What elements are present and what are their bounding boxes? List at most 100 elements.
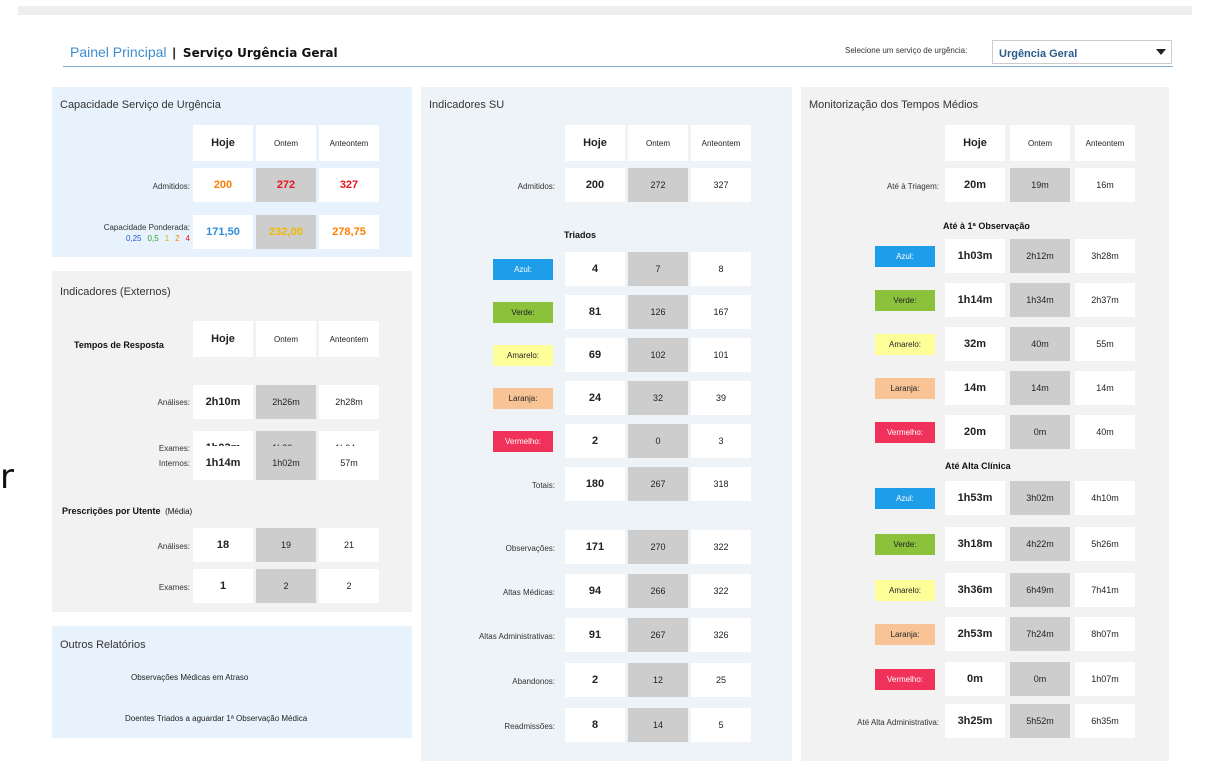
ext-internos-anteontem: 57m	[319, 446, 379, 480]
triage-badge-vermelho: Vermelho:	[875, 669, 935, 690]
alta-verde-hoje: 3h18m	[945, 527, 1005, 561]
ext-analises-anteontem: 2h28m	[319, 385, 379, 419]
row-label: Admitidos:	[152, 182, 190, 191]
ind-altas-admin-anteontem: 326	[691, 618, 751, 652]
row-label: Exames:	[158, 583, 190, 592]
obs-amarelo-anteontem: 55m	[1075, 327, 1135, 361]
tri-azul-anteontem: 8	[691, 252, 751, 286]
col-header-anteontem: Anteontem	[319, 125, 379, 161]
triage-badge-verde: Verde:	[493, 302, 553, 323]
cap-admitidos-ontem: 272	[256, 168, 316, 202]
alta-azul-anteontem: 4h10m	[1075, 481, 1135, 515]
col-header-ontem: Ontem	[1010, 125, 1070, 161]
breadcrumb: Painel Principal | Serviço Urgência Gera…	[70, 44, 338, 60]
primeira-observacao-label: Até à 1ª Observação	[943, 221, 1030, 231]
col-header-anteontem: Anteontem	[691, 125, 751, 161]
ind-observacoes-ontem: 270	[628, 530, 688, 564]
cap-ponderada-anteontem: 278,75	[319, 215, 379, 249]
triage-badge-amarelo: Amarelo:	[875, 334, 935, 355]
alta-laranja-hoje: 2h53m	[945, 617, 1005, 651]
chevron-down-icon[interactable]	[1156, 49, 1166, 55]
col-header-ontem: Ontem	[256, 321, 316, 357]
col-header-anteontem: Anteontem	[319, 321, 379, 357]
row-label: Capacidade Ponderada:	[103, 223, 190, 232]
alta-vermelho-ontem: 0m	[1010, 662, 1070, 696]
triage-badge-verde: Verde:	[875, 290, 935, 311]
row-label: Observações:	[505, 544, 555, 553]
tri-verde-ontem: 126	[628, 295, 688, 329]
row-label: Altas Administrativas:	[478, 632, 555, 641]
obs-azul-hoje: 1h03m	[945, 239, 1005, 273]
ind-readmissoes-ontem: 14	[628, 708, 688, 742]
ind-altas-admin-hoje: 91	[565, 618, 625, 652]
ind-altas-medicas-hoje: 94	[565, 574, 625, 608]
triage-badge-vermelho: Vermelho:	[875, 422, 935, 443]
row-label: Análises:	[157, 542, 190, 551]
triados-label: Triados	[564, 230, 597, 240]
ind-abandonos-anteontem: 25	[691, 663, 751, 697]
tri-amarelo-ontem: 102	[628, 338, 688, 372]
externos-panel: Indicadores (Externos) Tempos de Respost…	[52, 271, 412, 612]
obs-amarelo-hoje: 32m	[945, 327, 1005, 361]
col-header-hoje: Hoje	[565, 125, 625, 161]
triage-badge-azul: Azul:	[875, 246, 935, 267]
triage-badge-laranja: Laranja:	[493, 388, 553, 409]
row-label: Totais:	[531, 481, 555, 490]
obs-verde-anteontem: 2h37m	[1075, 283, 1135, 317]
tri-totais-anteontem: 318	[691, 467, 751, 501]
report-link-observacoes-atraso[interactable]: Observações Médicas em Atraso	[131, 673, 248, 682]
tri-amarelo-anteontem: 101	[691, 338, 751, 372]
ind-admitidos-hoje: 200	[565, 168, 625, 202]
tri-vermelho-hoje: 2	[565, 424, 625, 458]
tri-azul-hoje: 4	[565, 252, 625, 286]
triage-badge-laranja: Laranja:	[875, 378, 935, 399]
service-select[interactable]: Urgência Geral	[992, 40, 1172, 64]
page-header: Painel Principal | Serviço Urgência Gera…	[63, 38, 1173, 67]
panel-title: Outros Relatórios	[60, 639, 146, 651]
obs-laranja-hoje: 14m	[945, 371, 1005, 405]
row-label: Até à Triagem:	[886, 182, 939, 191]
tempo-triagem-anteontem: 16m	[1075, 168, 1135, 202]
row-label: Readmissões:	[504, 722, 555, 731]
obs-verde-ontem: 1h34m	[1010, 283, 1070, 317]
obs-vermelho-anteontem: 40m	[1075, 415, 1135, 449]
ind-observacoes-hoje: 171	[565, 530, 625, 564]
service-select-value: Urgência Geral	[999, 48, 1078, 60]
panel-title: Indicadores (Externos)	[60, 286, 171, 298]
alta-laranja-anteontem: 8h07m	[1075, 617, 1135, 651]
ext-internos-hoje: 1h14m	[193, 446, 253, 480]
row-label: Abandonos:	[512, 677, 555, 686]
obs-laranja-ontem: 14m	[1010, 371, 1070, 405]
alta-amarelo-anteontem: 7h41m	[1075, 573, 1135, 607]
cap-ponderada-ontem: 232,00	[256, 215, 316, 249]
breadcrumb-home[interactable]: Painel Principal	[70, 44, 167, 60]
tri-vermelho-ontem: 0	[628, 424, 688, 458]
row-label: Altas Médicas:	[502, 588, 555, 597]
obs-vermelho-hoje: 20m	[945, 415, 1005, 449]
alta-verde-anteontem: 5h26m	[1075, 527, 1135, 561]
alta-clinica-label: Até Alta Clínica	[945, 461, 1011, 471]
triage-badge-amarelo: Amarelo:	[493, 345, 553, 366]
tri-amarelo-hoje: 69	[565, 338, 625, 372]
obs-verde-hoje: 1h14m	[945, 283, 1005, 317]
prescricoes-label: Prescrições por Utente (Média)	[62, 506, 193, 516]
tempo-adm-hoje: 3h25m	[945, 704, 1005, 738]
tri-vermelho-anteontem: 3	[691, 424, 751, 458]
ext-internos-ontem: 1h02m	[256, 446, 316, 480]
top-bar	[18, 6, 1192, 15]
alta-vermelho-hoje: 0m	[945, 662, 1005, 696]
presc-exames-ontem: 2	[256, 569, 316, 603]
tempos-resposta-label: Tempos de Resposta	[74, 340, 164, 350]
col-header-anteontem: Anteontem	[1075, 125, 1135, 161]
cap-admitidos-anteontem: 327	[319, 168, 379, 202]
tempo-triagem-ontem: 19m	[1010, 168, 1070, 202]
report-link-triados-aguardar[interactable]: Doentes Triados a aguardar 1ª Observação…	[125, 714, 307, 723]
triage-badge-laranja: Laranja:	[875, 624, 935, 645]
presc-analises-hoje: 18	[193, 528, 253, 562]
obs-vermelho-ontem: 0m	[1010, 415, 1070, 449]
ind-altas-medicas-ontem: 266	[628, 574, 688, 608]
outros-panel: Outros Relatórios Observações Médicas em…	[52, 626, 412, 738]
ind-readmissoes-anteontem: 5	[691, 708, 751, 742]
row-label: Exames:	[158, 444, 190, 453]
triage-badge-azul: Azul:	[493, 259, 553, 280]
